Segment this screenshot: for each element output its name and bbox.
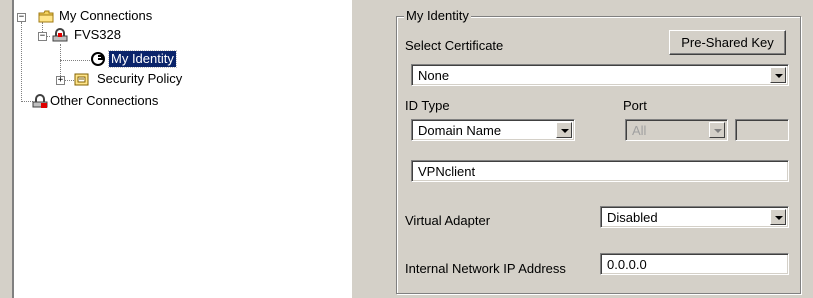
collapse-my-connections-button[interactable]: −: [17, 13, 26, 22]
chevron-down-icon[interactable]: [770, 209, 786, 225]
chevron-down-icon[interactable]: [556, 122, 572, 138]
identity-panel: My Identity Select Certificate Pre-Share…: [352, 0, 813, 298]
connection-tree[interactable]: − My Connections − FVS328 My Identity + …: [14, 0, 352, 298]
tree-item-other-connections[interactable]: Other Connections: [50, 93, 158, 109]
tree-item-my-identity[interactable]: My Identity: [108, 50, 177, 68]
tree-connector: [60, 60, 90, 61]
groupbox-title: My Identity: [404, 8, 471, 23]
collapse-fvs328-button[interactable]: −: [38, 32, 47, 41]
tree-item-security-policy[interactable]: Security Policy: [97, 71, 182, 87]
certificate-select-value: None: [418, 68, 450, 83]
virtual-adapter-select[interactable]: Disabled: [600, 206, 789, 228]
security-policy-icon: [74, 73, 89, 86]
id-type-select[interactable]: Domain Name: [411, 119, 575, 141]
port-select: All: [625, 119, 728, 141]
tree-item-my-connections[interactable]: My Connections: [59, 8, 152, 24]
select-certificate-label: Select Certificate: [405, 38, 504, 53]
other-connections-icon: [32, 94, 48, 108]
tree-connector: [21, 22, 22, 102]
port-label: Port: [623, 98, 647, 113]
port-select-value: All: [632, 123, 647, 138]
internal-ip-field[interactable]: 0.0.0.0: [600, 253, 789, 275]
virtual-adapter-label: Virtual Adapter: [405, 213, 491, 228]
identity-icon: [91, 52, 105, 66]
id-type-select-value: Domain Name: [418, 123, 502, 138]
port-number-field: [735, 119, 789, 141]
id-type-label: ID Type: [405, 98, 450, 113]
window-frame-strip: [0, 0, 14, 298]
tree-item-fvs328[interactable]: FVS328: [74, 27, 121, 43]
folder-icon: [38, 10, 54, 23]
internal-ip-label: Internal Network IP Address: [405, 261, 566, 276]
chevron-down-icon[interactable]: [770, 67, 786, 83]
expand-security-policy-button[interactable]: +: [56, 76, 65, 85]
virtual-adapter-select-value: Disabled: [607, 210, 658, 225]
chevron-down-icon: [709, 122, 725, 138]
pre-shared-key-button[interactable]: Pre-Shared Key: [669, 30, 786, 55]
connection-lock-icon: [52, 28, 68, 42]
certificate-select[interactable]: None: [411, 64, 789, 86]
id-value-field[interactable]: VPNclient: [411, 160, 789, 182]
